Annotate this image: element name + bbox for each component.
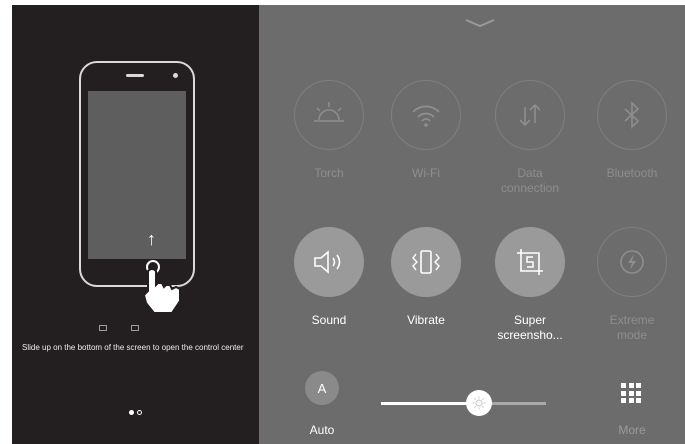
- torch-toggle[interactable]: Torch: [277, 80, 381, 181]
- data-connection-circle[interactable]: [495, 80, 565, 150]
- extreme-mode-toggle[interactable]: Extreme mode: [580, 227, 684, 343]
- sound-toggle[interactable]: Sound: [277, 227, 381, 328]
- page-dot-inactive: [137, 410, 142, 415]
- bluetooth-icon: [624, 101, 640, 129]
- phone-speaker: [126, 74, 144, 77]
- data-connection-icon: [519, 103, 541, 127]
- sun-icon: [472, 396, 486, 410]
- phone-camera: [173, 73, 178, 78]
- instruction-text: Slide up on the bottom of the screen to …: [22, 343, 244, 352]
- more-grid-icon[interactable]: [621, 383, 641, 403]
- auto-brightness-label: Auto: [309, 423, 335, 437]
- data-connection-label: Data connection: [500, 166, 560, 195]
- pointing-hand-icon: [142, 268, 181, 314]
- super-screenshot-label: Super screensho...: [497, 313, 563, 342]
- super-screenshot-toggle[interactable]: Super screensho...: [478, 227, 582, 343]
- vibrate-circle[interactable]: [391, 227, 461, 297]
- sound-label: Sound: [311, 313, 347, 327]
- torch-label: Torch: [314, 166, 344, 180]
- bluetooth-circle[interactable]: [597, 80, 667, 150]
- control-center-panel: Torch Wi-Fi Data connection Bluetooth So…: [259, 5, 685, 444]
- extreme-mode-circle[interactable]: [597, 227, 667, 297]
- vibrate-toggle[interactable]: Vibrate: [374, 227, 478, 328]
- brightness-track-filled[interactable]: [381, 402, 479, 405]
- torch-icon: [314, 102, 344, 122]
- vibrate-label: Vibrate: [407, 313, 445, 327]
- sound-circle[interactable]: [294, 227, 364, 297]
- page-indicator: [129, 410, 142, 415]
- vibrate-icon: [412, 250, 440, 274]
- phone-screen: [88, 91, 186, 259]
- data-connection-toggle[interactable]: Data connection: [478, 80, 582, 196]
- collapse-chevron-icon[interactable]: [465, 19, 495, 27]
- bluetooth-toggle[interactable]: Bluetooth: [580, 80, 684, 181]
- back-key-icon: [131, 325, 139, 331]
- bluetooth-label: Bluetooth: [606, 166, 658, 180]
- wifi-icon: [412, 105, 440, 127]
- page-dot-active: [129, 410, 134, 415]
- swipe-up-arrow-icon: ↑: [147, 229, 156, 249]
- super-screenshot-circle[interactable]: [495, 227, 565, 297]
- tutorial-panel: ↑ Slide up on the bottom of the screen t…: [12, 5, 259, 444]
- more-label: More: [618, 423, 646, 437]
- brightness-slider-thumb[interactable]: [466, 390, 492, 416]
- auto-brightness-button[interactable]: A: [305, 371, 339, 405]
- extreme-mode-icon: [620, 250, 644, 274]
- wifi-circle[interactable]: [391, 80, 461, 150]
- sound-icon: [314, 250, 341, 274]
- wifi-toggle[interactable]: Wi-Fi: [374, 80, 478, 181]
- screenshot-icon: [517, 249, 543, 275]
- torch-circle[interactable]: [294, 80, 364, 150]
- wifi-label: Wi-Fi: [412, 166, 440, 180]
- extreme-mode-label: Extreme mode: [609, 313, 655, 342]
- phone-illustration: [79, 61, 195, 331]
- menu-key-icon: [99, 325, 107, 331]
